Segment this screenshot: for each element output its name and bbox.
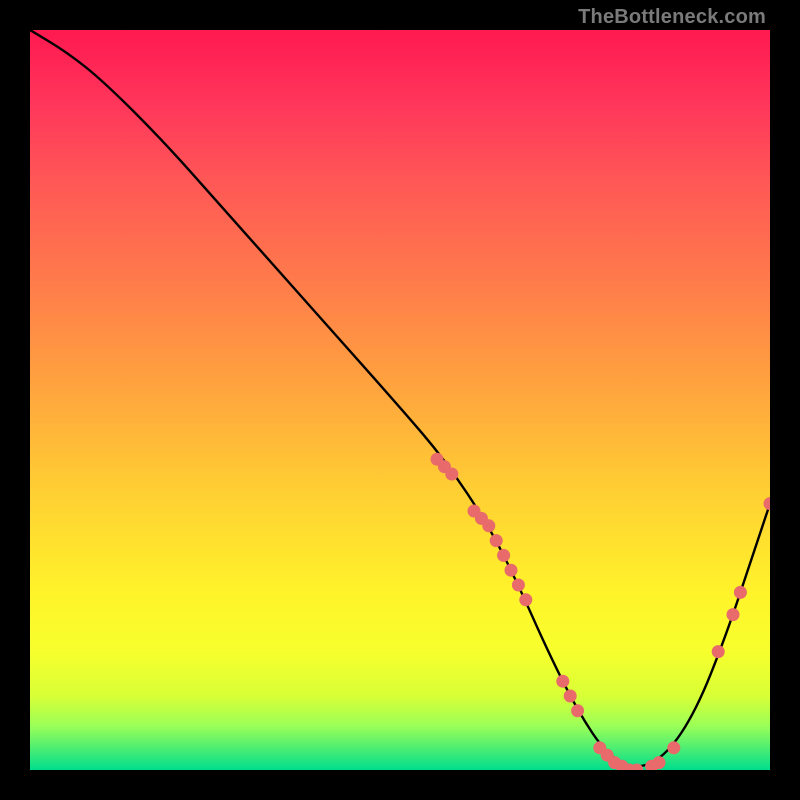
data-point	[512, 579, 525, 592]
watermark-text: TheBottleneck.com	[578, 6, 766, 29]
chart-svg	[30, 30, 770, 770]
data-point	[727, 608, 740, 621]
data-point	[505, 564, 518, 577]
data-point	[764, 497, 771, 510]
data-point	[497, 549, 510, 562]
data-point	[667, 741, 680, 754]
data-point	[445, 468, 458, 481]
data-point	[712, 645, 725, 658]
data-point	[490, 534, 503, 547]
plot-area	[30, 30, 770, 770]
data-points-group	[431, 453, 771, 770]
data-point	[571, 704, 584, 717]
data-point	[734, 586, 747, 599]
data-point	[564, 690, 577, 703]
chart-stage: TheBottleneck.com	[0, 0, 800, 800]
data-point	[519, 593, 532, 606]
data-point	[556, 675, 569, 688]
bottleneck-curve	[30, 30, 770, 766]
data-point	[653, 756, 666, 769]
data-point	[482, 519, 495, 532]
